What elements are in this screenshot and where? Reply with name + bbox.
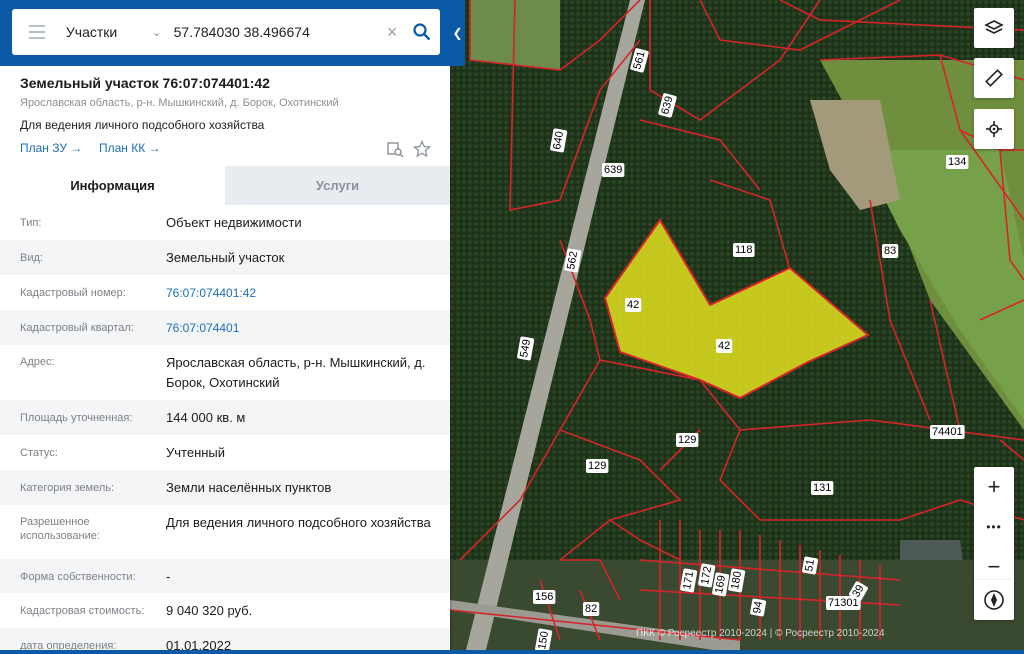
info-value: 144 000 кв. м (166, 410, 246, 425)
cadastral-block-link[interactable]: 76:07:074401 (166, 318, 436, 338)
bottom-bar (0, 650, 1024, 654)
parcel-label: 129 (678, 434, 696, 446)
locate-point-button[interactable] (974, 109, 1014, 149)
info-key: Статус: (20, 447, 58, 459)
parcel-label: 42 (627, 299, 639, 311)
info-table: Тип: Объект недвижимости Вид: Земельный … (0, 205, 450, 654)
zoom-in-button[interactable]: + (974, 467, 1014, 507)
layers-button[interactable] (974, 8, 1014, 48)
info-key: Кадастровый номер: (20, 287, 126, 299)
collapse-panel-button[interactable]: ❮ (450, 16, 465, 50)
ruler-icon (985, 69, 1003, 87)
info-row-status: Статус: Учтенный (0, 435, 450, 470)
info-key: Площадь уточненная: (20, 412, 133, 424)
tab-information[interactable]: Информация (0, 166, 225, 205)
search-bar: Участки ⌄ × (0, 0, 465, 66)
info-key: Категория земель: (20, 482, 115, 494)
ruler-button[interactable] (974, 58, 1014, 98)
info-row-address: Адрес: Ярославская область, р-н. Мышкинс… (0, 345, 450, 400)
parcel-label: 82 (585, 603, 597, 615)
parcel-label: 134 (948, 156, 966, 168)
parcel-label: 118 (735, 244, 753, 256)
compass-button[interactable] (974, 580, 1014, 620)
zoom-controls: + ••• − (974, 467, 1014, 587)
search-icon (413, 23, 431, 41)
parcel-label: 51 (803, 558, 817, 572)
info-value: Для ведения личного подсобного хозяйства (166, 515, 431, 530)
info-row-type: Тип: Объект недвижимости (0, 205, 450, 240)
info-row-permitted-use: Разрешенное использование: Для ведения л… (0, 505, 450, 559)
panel-tabs: Информация Услуги (0, 166, 450, 205)
search-box: Участки ⌄ × (12, 9, 440, 55)
info-row-ownership: Форма собственности: - (0, 559, 450, 593)
parcel-label: 94 (751, 600, 765, 614)
search-input[interactable] (171, 23, 381, 41)
info-key: Кадастровая стоимость: (20, 605, 145, 617)
search-type-select[interactable]: Участки (62, 24, 148, 40)
info-row-cadastral-block: Кадастровый квартал: 76:07:074401 (0, 310, 450, 345)
info-row-kind: Вид: Земельный участок (0, 240, 450, 275)
info-value: Земельный участок (166, 250, 285, 265)
parcel-label: 74401 (932, 426, 963, 438)
parcel-label: 639 (604, 164, 622, 176)
more-button[interactable]: ••• (974, 507, 1014, 547)
object-title: Земельный участок 76:07:074401:42 (20, 75, 270, 91)
info-value: 9 040 320 руб. (166, 603, 253, 618)
info-panel: Земельный участок 76:07:074401:42 Яросла… (0, 0, 450, 654)
map-copyright: ПКК © Росреестр 2010-2024 | © Росреестр … (636, 628, 885, 639)
info-row-cadastral-value: Кадастровая стоимость: 9 040 320 руб. (0, 593, 450, 628)
info-key: Адрес: (20, 356, 55, 368)
info-value: - (166, 569, 171, 584)
plan-zu-link[interactable]: План ЗУ → (20, 141, 82, 155)
info-row-cadastral-number: Кадастровый номер: 76:07:074401:42 (0, 275, 450, 310)
info-row-area: Площадь уточненная: 144 000 кв. м (0, 400, 450, 435)
info-value: Учтенный (166, 445, 226, 460)
clear-icon[interactable]: × (380, 22, 404, 43)
info-key: Кадастровый квартал: (20, 322, 134, 334)
parcel-label: 129 (588, 460, 606, 472)
parcel-label: 83 (884, 245, 896, 257)
chevron-down-icon[interactable]: ⌄ (148, 25, 166, 39)
object-purpose: Для ведения личного подсобного хозяйства (20, 118, 265, 132)
info-value: Ярославская область, р-н. Мышкинский, д.… (166, 355, 426, 390)
compass-icon (984, 590, 1004, 610)
info-key: Тип: (20, 217, 42, 229)
show-on-map-icon[interactable] (386, 140, 404, 158)
info-value: Земли населённых пунктов (166, 480, 332, 495)
star-icon[interactable] (413, 140, 431, 158)
info-value: Объект недвижимости (166, 215, 302, 230)
crosshair-icon (986, 121, 1002, 137)
plan-kk-link[interactable]: План КК → (99, 141, 161, 155)
menu-icon[interactable] (12, 9, 62, 55)
info-key: Вид: (20, 252, 43, 264)
parcel-label: 131 (813, 482, 831, 494)
search-button[interactable] (404, 9, 440, 55)
tab-services[interactable]: Услуги (225, 166, 450, 205)
layers-icon (984, 20, 1004, 34)
parcel-label: 42 (718, 340, 730, 352)
info-key: Разрешенное использование: (20, 516, 100, 542)
object-header: Земельный участок 76:07:074401:42 Яросла… (0, 66, 450, 166)
parcel-label: 156 (535, 591, 553, 603)
parcel-label: 71301 (828, 597, 859, 609)
object-address: Ярославская область, р-н. Мышкинский, д.… (20, 97, 339, 109)
cadastral-number-link[interactable]: 76:07:074401:42 (166, 283, 436, 303)
info-key: Форма собственности: (20, 571, 136, 583)
info-row-land-category: Категория земель: Земли населённых пункт… (0, 470, 450, 505)
